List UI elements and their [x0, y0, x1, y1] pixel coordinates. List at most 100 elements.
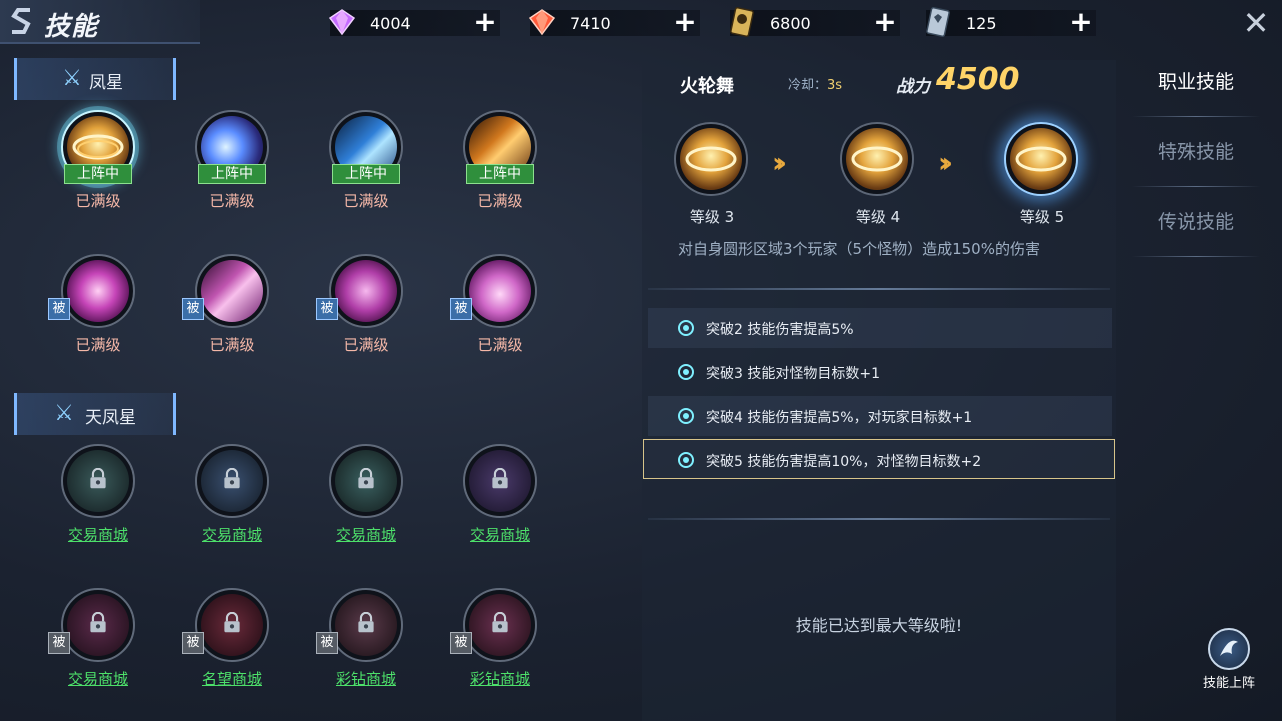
level-label: 等级 3: [689, 208, 735, 226]
skill-icon-frame: [463, 444, 537, 518]
deploy-emblem-icon: [1208, 628, 1250, 670]
pink-sword-skill-icon: [335, 260, 397, 322]
lock-icon: [492, 612, 508, 633]
divider: [648, 518, 1110, 520]
breakthrough-text: 突破2 技能伤害提高5%: [706, 322, 854, 338]
shop-link[interactable]: 彩钻商城: [316, 668, 416, 689]
breakthrough-text: 突破5 技能伤害提高10%，对怪物目标数+2: [706, 454, 982, 470]
currency-red-gem: 7410 +: [528, 8, 700, 36]
currency-value: 4004: [370, 14, 411, 33]
section-header-tianfengxing: ⚔ 天凤星: [14, 393, 176, 435]
coin-card-icon: [726, 6, 758, 38]
breakthrough-row: 突破3 技能对怪物目标数+1: [648, 352, 1112, 392]
pink-beast-skill-icon: [67, 260, 129, 322]
add-coin-button[interactable]: +: [872, 8, 898, 36]
passive-badge: 被: [48, 298, 70, 320]
passive-badge: 被: [182, 298, 204, 320]
radio-dot-icon: [678, 408, 694, 424]
skill-status: 已满级: [477, 336, 523, 354]
blue-locked-skill-icon: [201, 450, 263, 512]
pink-demon-skill-icon: [469, 260, 531, 322]
cooldown-label: 冷却：: [788, 78, 828, 93]
lock-icon: [358, 468, 374, 489]
power-value: 4500: [936, 62, 1020, 97]
skill-slot[interactable]: 交易商城: [182, 444, 282, 554]
tab-special-skills[interactable]: 特殊技能: [1128, 122, 1264, 182]
section-header-fengxing: ⚔ 凤星: [14, 58, 176, 100]
lock-icon: [90, 612, 106, 633]
divider: [1132, 186, 1260, 187]
tab-class-skills[interactable]: 职业技能: [1128, 52, 1264, 112]
skill-slot[interactable]: 上阵中 已满级: [182, 110, 282, 220]
tab-legend-skills[interactable]: 传说技能: [1128, 192, 1264, 252]
skill-icon-frame: [195, 588, 269, 662]
skill-icon-frame: [463, 588, 537, 662]
shop-link[interactable]: 交易商城: [48, 524, 148, 545]
currency-value: 7410: [570, 14, 611, 33]
shop-link[interactable]: 交易商城: [48, 668, 148, 689]
radio-dot-icon: [678, 320, 694, 336]
radio-dot-icon: [678, 452, 694, 468]
skill-slot[interactable]: 被 已满级: [48, 254, 148, 364]
skill-slot[interactable]: 被 名望商城: [182, 588, 282, 698]
shop-link[interactable]: 彩钻商城: [450, 668, 550, 689]
skill-slot[interactable]: 被 已满级: [316, 254, 416, 364]
divider: [648, 288, 1110, 290]
skill-slot[interactable]: 被 交易商城: [48, 588, 148, 698]
skill-status: 已满级: [343, 192, 389, 210]
crossed-swords-icon: ⚔: [54, 401, 74, 426]
fire-ring-skill-icon: [846, 128, 908, 190]
shop-link[interactable]: 交易商城: [450, 524, 550, 545]
skill-slot[interactable]: 交易商城: [450, 444, 550, 554]
skill-slot[interactable]: 上阵中 已满级: [316, 110, 416, 220]
skill-slot[interactable]: 交易商城: [316, 444, 416, 554]
red-gem-icon: [526, 6, 558, 38]
breakthrough-row: 突破4 技能伤害提高5%，对玩家目标数+1: [648, 396, 1112, 436]
skill-icon-frame: [463, 254, 537, 328]
skill-description: 对自身圆形区域3个玩家（5个怪物）造成150%的伤害: [678, 240, 1040, 258]
add-red-gem-button[interactable]: +: [672, 8, 698, 36]
passive-badge: 被: [182, 632, 204, 654]
lock-icon: [358, 612, 374, 633]
page-title: 技能: [44, 12, 99, 42]
skill-slot[interactable]: 被 彩钻商城: [316, 588, 416, 698]
skill-status: 已满级: [75, 336, 121, 354]
mauve-locked-skill-icon: [335, 594, 397, 656]
breakthrough-row: 突破2 技能伤害提高5%: [648, 308, 1112, 348]
skill-icon-frame: [195, 444, 269, 518]
skill-detail-panel: 火轮舞 冷却：3s 战力 4500 ›› ›› 等级 3 等级 4 等级 5 对…: [642, 60, 1116, 721]
shop-link[interactable]: 名望商城: [182, 668, 282, 689]
skill-slot[interactable]: 上阵中 已满级: [48, 110, 148, 220]
skill-slot[interactable]: 被 已满级: [182, 254, 282, 364]
add-purple-gem-button[interactable]: +: [472, 8, 498, 36]
shop-link[interactable]: 交易商城: [182, 524, 282, 545]
breakthrough-row-current: 突破5 技能伤害提高10%，对怪物目标数+2: [643, 439, 1115, 479]
ticket-card-icon: [922, 6, 954, 38]
breakthrough-text: 突破3 技能对怪物目标数+1: [706, 366, 880, 382]
skill-slot[interactable]: 被 彩钻商城: [450, 588, 550, 698]
passive-badge: 被: [316, 298, 338, 320]
crossed-swords-icon: ⚔: [62, 66, 82, 91]
skills-screen: 技能 4004 + 7410 + 6800 + 125 + ✕ ⚔ 凤星 上阵中…: [0, 0, 1282, 721]
cyan-locked-skill-icon: [335, 450, 397, 512]
title-bar: 技能: [0, 0, 200, 44]
level-label: 等级 5: [1019, 208, 1065, 226]
deploy-skills-button[interactable]: 技能上阵: [1196, 624, 1262, 694]
close-icon[interactable]: ✕: [1238, 6, 1274, 42]
skill-status: 已满级: [209, 336, 255, 354]
shop-link[interactable]: 交易商城: [316, 524, 416, 545]
fire-ring-skill-icon: [680, 128, 742, 190]
level-label: 等级 4: [855, 208, 901, 226]
section-title: 凤星: [89, 73, 123, 93]
add-ticket-button[interactable]: +: [1068, 8, 1094, 36]
top-bar: 技能 4004 + 7410 + 6800 + 125 + ✕: [0, 0, 1282, 46]
divider: [1132, 256, 1260, 257]
lock-icon: [224, 468, 240, 489]
red-locked-skill-icon: [201, 594, 263, 656]
skill-slot[interactable]: 上阵中 已满级: [450, 110, 550, 220]
skill-slot[interactable]: 被 已满级: [450, 254, 550, 364]
skill-icon-frame: [195, 254, 269, 328]
skill-icon-frame: [329, 588, 403, 662]
skill-slot[interactable]: 交易商城: [48, 444, 148, 554]
passive-badge: 被: [450, 298, 472, 320]
